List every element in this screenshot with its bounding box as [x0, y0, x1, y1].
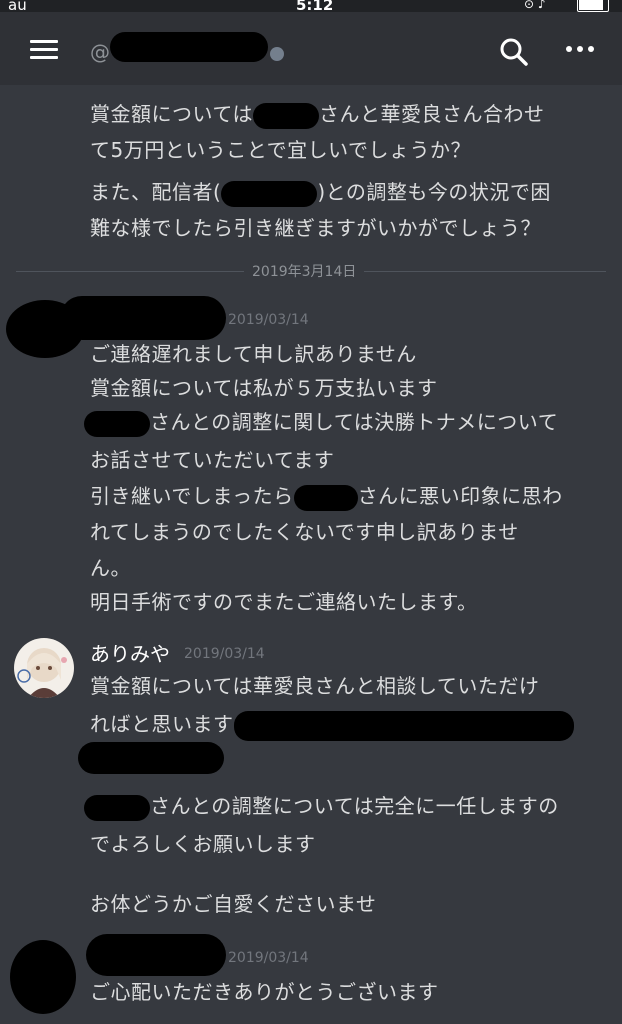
search-icon[interactable]: [498, 36, 530, 68]
menu-icon[interactable]: [30, 40, 58, 60]
channel-header: @: [0, 12, 622, 85]
redacted-text: [221, 180, 318, 207]
redacted-text: [78, 742, 224, 774]
message-line: また、配信者()との調整も今の状況で困: [90, 176, 551, 207]
redacted-text: [84, 410, 150, 437]
message-line: 賞金額については私が５万支払います: [90, 376, 438, 400]
message-author[interactable]: ありみや: [90, 638, 170, 667]
message-line: 難な様でしたら引き継ぎますがいかがでしょう？: [90, 216, 541, 240]
dm-at-symbol: @: [90, 40, 110, 64]
redacted-text: [84, 794, 150, 821]
status-icons: ⊙ ♪: [524, 0, 546, 11]
battery-icon: [577, 0, 609, 12]
redacted-text: [253, 102, 319, 129]
message-timestamp: 2019/03/14: [228, 950, 309, 966]
battery-fill: [579, 0, 603, 10]
date-divider-label: 2019年3月14日: [244, 261, 365, 281]
message-line: ん。: [90, 556, 131, 580]
presence-status-dot: [270, 47, 284, 61]
message-line: 賞金額については さんと華愛良さん合わせ: [90, 98, 545, 129]
message-line: お話させていただいてます: [90, 448, 335, 472]
message-line: 明日手術ですのでまたご連絡いたします。: [90, 590, 478, 614]
avatar-redacted[interactable]: [10, 940, 76, 1014]
status-bar: au 5:12 ⊙ ♪: [0, 0, 622, 14]
message-line: さんとの調整については完全に一任しますの: [84, 790, 559, 821]
redacted-text: [233, 710, 574, 741]
message-line: さんとの調整に関しては決勝トナメについて: [84, 406, 558, 437]
message-timestamp: 2019/03/14: [228, 312, 309, 328]
message-line: れてしまうのでしたくないです申し訳ありませ: [90, 520, 519, 544]
dm-recipient-name-redacted[interactable]: [110, 32, 268, 62]
username-redacted[interactable]: [86, 934, 226, 976]
message-line: 賞金額については華愛良さんと相談していただけ: [90, 674, 540, 698]
message-line: ればと思います: [90, 708, 574, 741]
message-line: お体どうかご自愛くださいませ: [90, 892, 377, 916]
message-line: 引き継いでしまったら さんに悪い印象に思わ: [90, 480, 563, 511]
message-line: て5万円ということで宜しいでしょうか？: [90, 138, 472, 162]
redacted-text: [293, 484, 358, 511]
message-timestamp: 2019/03/14: [184, 646, 265, 662]
message-line: ご連絡遅れまして申し訳ありません: [90, 342, 417, 366]
message-line: でよろしくお願いします: [90, 832, 316, 856]
avatar[interactable]: [14, 638, 74, 698]
more-options-icon[interactable]: [566, 46, 596, 56]
message-line: ご心配いただきありがとうございます: [90, 980, 439, 1004]
username-redacted[interactable]: [60, 296, 226, 340]
